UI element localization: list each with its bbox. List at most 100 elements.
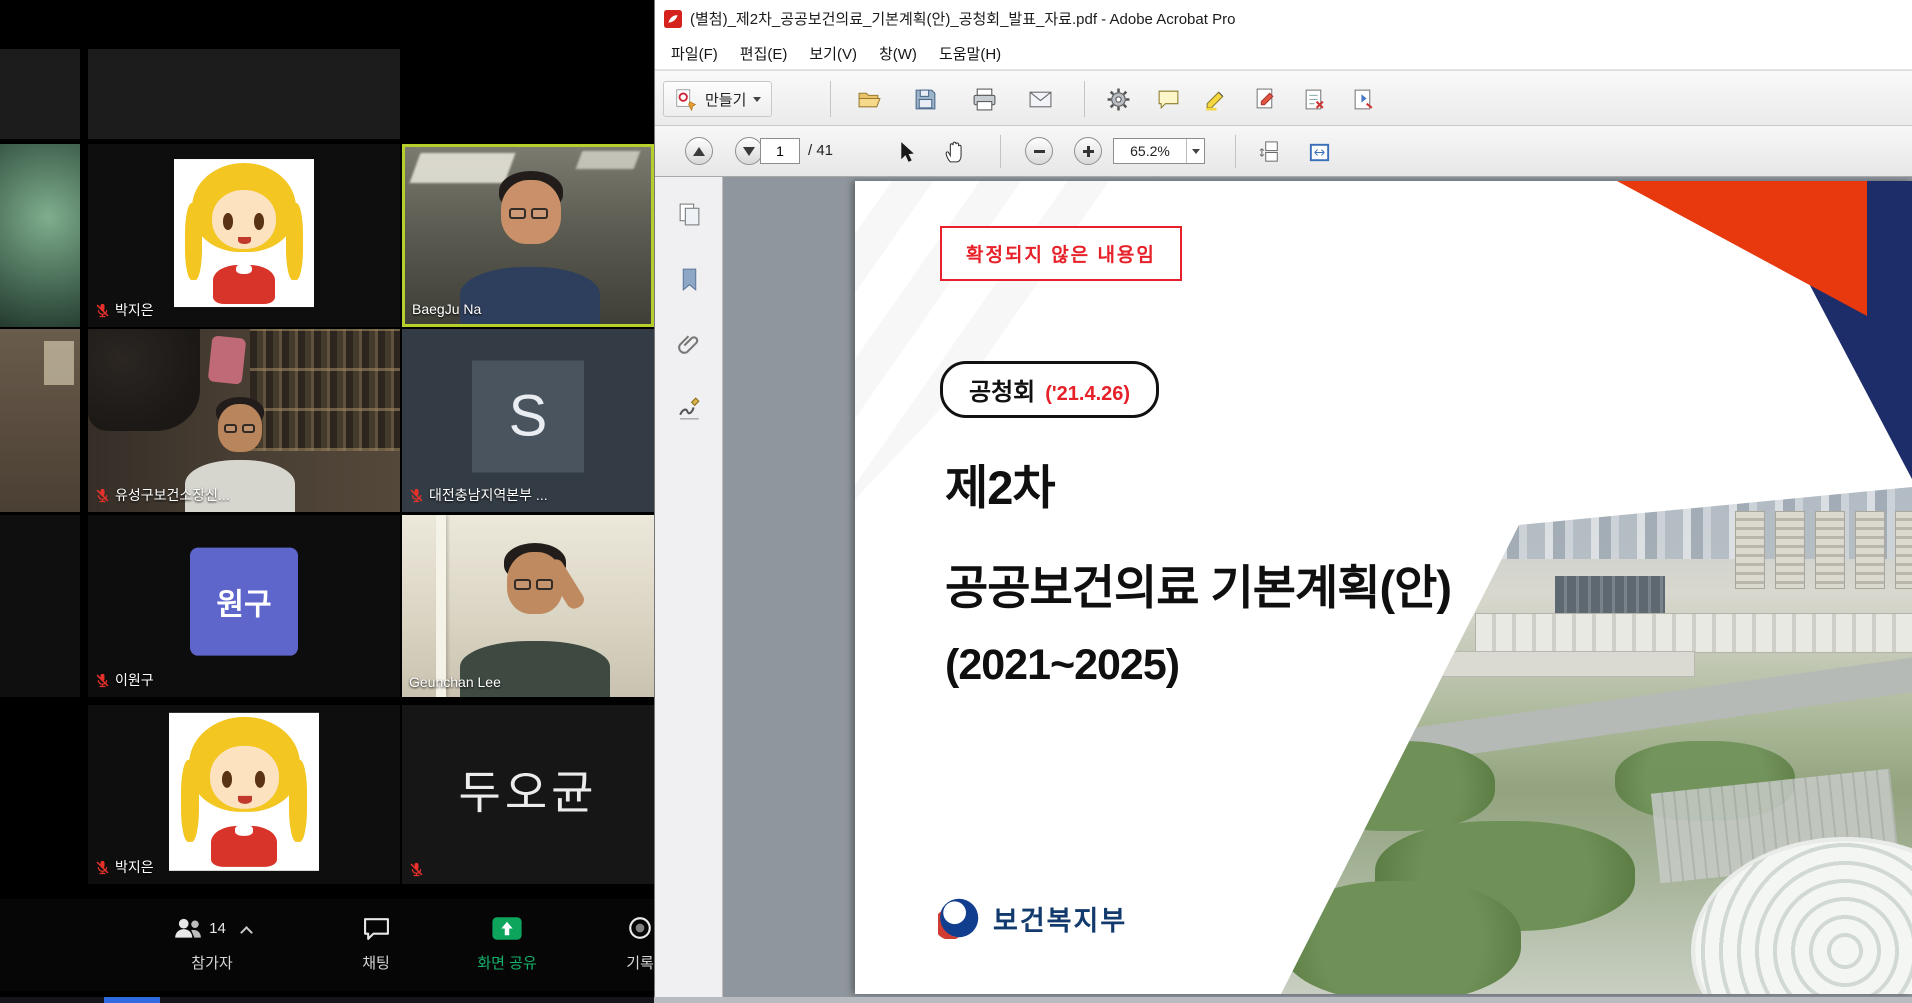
scrolling-mode-icon	[1259, 140, 1284, 165]
participants-button[interactable]: 14 참가자	[150, 913, 274, 973]
video-tile[interactable]: 두오균	[402, 705, 654, 884]
zoom-in-button[interactable]	[1074, 137, 1102, 165]
fill-sign-icon	[1253, 87, 1278, 112]
arrow-up-icon	[693, 147, 705, 156]
plus-icon	[1083, 146, 1094, 157]
participant-name: 박지은	[115, 857, 154, 877]
video-tile[interactable]: Geunchan Lee	[402, 515, 654, 697]
pdf-page: 확정되지 않은 내용임 공청회 ('21.4.26) 제2차 공공보건의료 기본…	[855, 181, 1912, 994]
document-canvas[interactable]: 확정되지 않은 내용임 공청회 ('21.4.26) 제2차 공공보건의료 기본…	[723, 177, 1912, 997]
taskbar-active-app[interactable]	[104, 997, 160, 1003]
minus-icon	[1034, 150, 1045, 153]
menu-file[interactable]: 파일(F)	[660, 38, 729, 69]
video-tile[interactable]: 유성구보건소장신...	[88, 329, 400, 512]
action-wizard-button[interactable]	[1345, 81, 1381, 117]
participants-menu-caret[interactable]	[240, 926, 253, 939]
door-frame	[436, 515, 446, 697]
ministry-logo-lockup: 보건복지부	[938, 897, 1127, 939]
previous-page-button[interactable]	[685, 137, 713, 165]
participant-monogram: S	[472, 360, 584, 472]
participant-display-name: 두오균	[459, 756, 598, 822]
record-button[interactable]: 기록	[600, 913, 654, 973]
participant-name-tag: 이원구	[95, 670, 154, 690]
slide-title-line2: 공공보건의료 기본계획(안)	[945, 549, 1451, 618]
video-tile-cutoff-top	[88, 49, 400, 139]
navigation-pane	[655, 177, 723, 997]
video-tile[interactable]: 원구 이원구	[88, 515, 400, 697]
page-number-input[interactable]	[760, 138, 800, 164]
scrolling-mode-button[interactable]	[1253, 134, 1289, 170]
hearing-badge-date: ('21.4.26)	[1045, 383, 1130, 406]
chat-button[interactable]: 채팅	[345, 913, 407, 973]
select-tool-button[interactable]	[888, 134, 924, 170]
hand-tool-icon	[942, 140, 967, 165]
attachments-button[interactable]	[672, 327, 706, 361]
menu-view[interactable]: 보기(V)	[798, 38, 868, 69]
fill-sign-button[interactable]	[1247, 81, 1283, 117]
video-tile[interactable]: 박지은	[88, 144, 400, 327]
comment-button[interactable]	[1150, 81, 1186, 117]
participant-name: BaegJu Na	[412, 301, 481, 317]
video-tile[interactable]: 박지은	[88, 705, 400, 884]
create-pdf-button[interactable]: 만들기	[663, 81, 772, 117]
next-page-button[interactable]	[735, 137, 763, 165]
video-tile-partial[interactable]	[0, 329, 80, 512]
page-thumbnails-button[interactable]	[672, 197, 706, 231]
muted-mic-icon	[95, 673, 110, 688]
save-icon	[913, 87, 938, 112]
forms-button[interactable]	[1296, 81, 1332, 117]
cartoon-avatar	[169, 712, 319, 870]
video-tile[interactable]: S 대전충남지역본부 ...	[402, 329, 654, 512]
zoom-out-button[interactable]	[1025, 137, 1053, 165]
chevron-down-icon	[1192, 149, 1200, 154]
bookmarks-button[interactable]	[672, 262, 706, 296]
ministry-name: 보건복지부	[993, 899, 1127, 938]
video-tile-active-speaker[interactable]: BaegJu Na	[402, 144, 654, 327]
menu-window[interactable]: 창(W)	[868, 38, 928, 69]
slide-title-line1: 제2차	[945, 449, 1055, 518]
pdf-file-icon	[664, 10, 682, 28]
share-screen-button[interactable]: 화면 공유	[452, 913, 562, 973]
participant-name: 유성구보건소장신...	[115, 485, 230, 505]
print-button[interactable]	[966, 81, 1002, 117]
participant-name-tag	[409, 862, 424, 877]
open-folder-icon	[857, 87, 882, 112]
page-navigation-toolbar: / 41 65.2%	[655, 126, 1912, 177]
save-button[interactable]	[907, 81, 943, 117]
main-toolbar: 만들기	[655, 70, 1912, 126]
email-button[interactable]	[1022, 81, 1058, 117]
hand-tool-button[interactable]	[936, 134, 972, 170]
page-thumbnails-icon	[676, 201, 703, 228]
video-tile-partial[interactable]	[0, 515, 80, 697]
ceiling-light	[576, 151, 641, 169]
comment-icon	[1156, 87, 1181, 112]
zoom-level-select[interactable]: 65.2%	[1113, 138, 1205, 164]
video-tile-partial[interactable]	[0, 144, 80, 327]
muted-mic-icon	[95, 303, 110, 318]
signatures-button[interactable]	[672, 392, 706, 426]
participant-name-tag: BaegJu Na	[412, 301, 481, 317]
email-icon	[1028, 87, 1053, 112]
participant-name: 이원구	[115, 670, 154, 690]
menu-edit[interactable]: 편집(E)	[729, 38, 799, 69]
window-light	[44, 341, 74, 385]
open-file-button[interactable]	[851, 81, 887, 117]
zoom-dropdown[interactable]	[1186, 139, 1204, 163]
acrobat-window: (별첨)_제2차_공공보건의료_기본계획(안)_공청회_발표_자료.pdf - …	[654, 0, 1912, 997]
participant-name: Geunchan Lee	[409, 674, 501, 690]
paperclip-icon	[676, 331, 703, 358]
forms-icon	[1302, 87, 1327, 112]
fit-width-button[interactable]	[1301, 134, 1337, 170]
participant-name-tag: 박지은	[95, 857, 154, 877]
muted-mic-icon	[95, 860, 110, 875]
menu-help[interactable]: 도움말(H)	[928, 38, 1012, 69]
zoom-toolbar: 14 참가자 채팅 화면 공유	[0, 899, 654, 991]
highlight-icon	[1203, 87, 1228, 112]
signatures-icon	[676, 396, 703, 423]
settings-button[interactable]	[1100, 81, 1136, 117]
participant-name-tag: 유성구보건소장신...	[95, 485, 230, 505]
arrow-down-icon	[743, 147, 755, 156]
participants-count: 14	[209, 920, 226, 937]
highlight-button[interactable]	[1197, 81, 1233, 117]
taskbar-left	[0, 997, 654, 1003]
